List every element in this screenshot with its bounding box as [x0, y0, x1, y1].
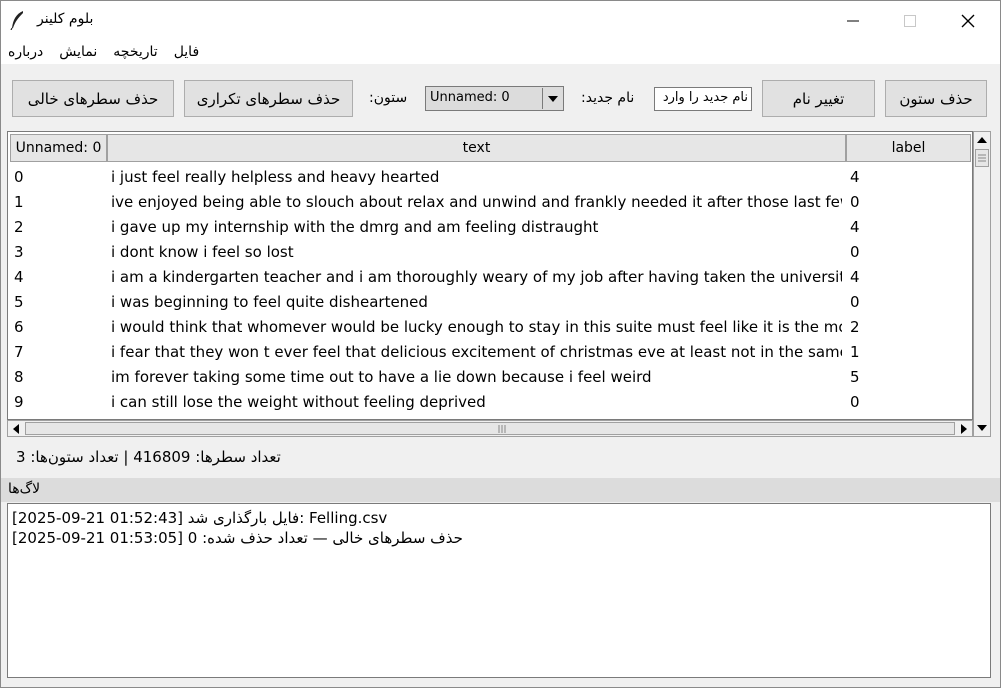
cell-text: i can still lose the weight without feel… — [111, 393, 486, 411]
chevron-down-icon[interactable] — [542, 88, 562, 109]
table-row[interactable]: 8 im forever taking some time out to hav… — [8, 364, 972, 389]
cell-text: i would think that whomever would be luc… — [111, 318, 842, 336]
vertical-scroll-thumb[interactable] — [975, 149, 989, 167]
table-row[interactable]: 3 i dont know i feel so lost 0 — [8, 239, 972, 264]
cell-index: 2 — [14, 218, 24, 236]
minimize-icon — [847, 20, 859, 21]
cell-text: i am a kindergarten teacher and i am tho… — [111, 268, 842, 286]
vertical-scrollbar[interactable] — [973, 131, 991, 437]
cell-label: 1 — [850, 343, 860, 361]
logs-textbox[interactable]: [2025-09-21 01:52:43] فایل بارگذاری شد: … — [7, 503, 991, 678]
app-window: بلوم کلینر درباره نمایش تاریخچه فایل حذف… — [0, 0, 1001, 688]
table-row[interactable]: 9 i can still lose the weight without fe… — [8, 389, 972, 414]
menu-file[interactable]: فایل — [174, 44, 199, 60]
status-text: تعداد سطرها: 416809 | تعداد ستون‌ها: 3 — [16, 448, 281, 466]
cell-index: 6 — [14, 318, 24, 336]
horizontal-scrollbar[interactable] — [7, 420, 973, 437]
scroll-up-icon[interactable] — [974, 132, 990, 148]
logs-title: لاگ‌ها — [8, 481, 41, 497]
menu-about[interactable]: درباره — [8, 44, 43, 60]
title-bar: بلوم کلینر — [1, 1, 1000, 40]
table-row[interactable]: 6 i would think that whomever would be l… — [8, 314, 972, 339]
table-row[interactable]: 5 i was beginning to feel quite disheart… — [8, 289, 972, 314]
cell-text: i dont know i feel so lost — [111, 243, 294, 261]
cell-text: i just feel really helpless and heavy he… — [111, 168, 440, 186]
column-header-text[interactable]: text — [107, 134, 846, 162]
feather-icon — [10, 11, 23, 30]
maximize-button[interactable] — [881, 1, 939, 40]
column-select-value: Unnamed: 0 — [430, 90, 510, 105]
remove-empty-rows-button[interactable]: حذف سطرهای خالی — [12, 80, 174, 117]
table-row[interactable]: 4 i am a kindergarten teacher and i am t… — [8, 264, 972, 289]
minimize-button[interactable] — [824, 1, 882, 40]
remove-duplicate-rows-button[interactable]: حذف سطرهای تکراری — [184, 80, 353, 117]
menu-history[interactable]: تاریخچه — [113, 44, 157, 60]
scroll-left-icon[interactable] — [8, 421, 24, 436]
cell-text: im forever taking some time out to have … — [111, 368, 652, 386]
cell-index: 3 — [14, 243, 24, 261]
cell-label: 0 — [850, 393, 860, 411]
table-row[interactable]: 2 i gave up my internship with the dmrg … — [8, 214, 972, 239]
cell-label: 0 — [850, 243, 860, 261]
rename-button[interactable]: تغییر نام — [762, 80, 875, 117]
menu-bar: درباره نمایش تاریخچه فایل — [1, 40, 1000, 64]
cell-label: 4 — [850, 268, 860, 286]
column-header-label[interactable]: label — [846, 134, 971, 162]
cell-label: 0 — [850, 193, 860, 211]
cell-text: i gave up my internship with the dmrg an… — [111, 218, 599, 236]
cell-index: 7 — [14, 343, 24, 361]
scroll-down-icon[interactable] — [974, 420, 990, 436]
cell-index: 8 — [14, 368, 24, 386]
close-button[interactable] — [939, 1, 997, 40]
cell-index: 9 — [14, 393, 24, 411]
data-table: Unnamed: 0 text label 0 i just feel real… — [7, 131, 973, 420]
delete-column-button[interactable]: حذف ستون — [885, 80, 987, 117]
table-row[interactable]: 7 i fear that they won t ever feel that … — [8, 339, 972, 364]
log-line: [2025-09-21 01:52:43] فایل بارگذاری شد: … — [12, 509, 388, 527]
cell-label: 0 — [850, 293, 860, 311]
cell-label: 2 — [850, 318, 860, 336]
cell-label: 4 — [850, 218, 860, 236]
close-icon — [961, 14, 975, 27]
log-line: [2025-09-21 01:53:05] حذف سطرهای خالی — … — [12, 529, 463, 547]
scroll-right-icon[interactable] — [956, 421, 972, 436]
cell-text: i fear that they won t ever feel that de… — [111, 343, 842, 361]
new-name-input[interactable]: نام جدید را وارد — [654, 87, 752, 111]
table-header: Unnamed: 0 text label — [8, 132, 972, 164]
cell-text: i was beginning to feel quite dishearten… — [111, 293, 428, 311]
window-title: بلوم کلینر — [37, 11, 94, 27]
table-row[interactable]: 0 i just feel really helpless and heavy … — [8, 164, 972, 189]
cell-index: 4 — [14, 268, 24, 286]
menu-view[interactable]: نمایش — [59, 44, 97, 60]
cell-index: 0 — [14, 168, 24, 186]
cell-label: 4 — [850, 168, 860, 186]
new-name-label: :نام جدید — [581, 90, 635, 106]
column-header-unnamed-0[interactable]: Unnamed: 0 — [10, 134, 107, 162]
column-label: :ستون — [369, 90, 408, 106]
maximize-icon — [904, 14, 916, 27]
cell-index: 1 — [14, 193, 24, 211]
horizontal-scroll-thumb[interactable] — [25, 422, 955, 435]
cell-text: ive enjoyed being able to slouch about r… — [111, 193, 842, 211]
table-row[interactable]: 1 ive enjoyed being able to slouch about… — [8, 189, 972, 214]
cell-label: 5 — [850, 368, 860, 386]
column-select[interactable]: Unnamed: 0 — [425, 86, 564, 111]
cell-index: 5 — [14, 293, 24, 311]
logs-header: لاگ‌ها — [1, 478, 1000, 502]
